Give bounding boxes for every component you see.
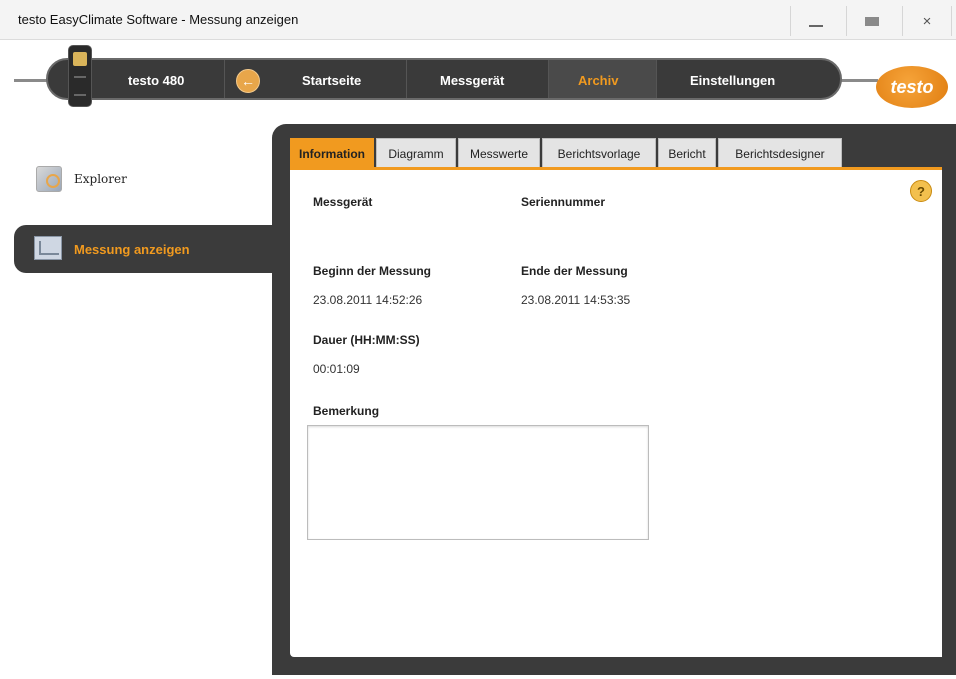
- back-button[interactable]: ←: [236, 69, 260, 93]
- messgeraet-label: Messgerät: [313, 195, 373, 209]
- help-glyph: ?: [917, 183, 925, 199]
- ende-label: Ende der Messung: [521, 264, 628, 278]
- nav-item-einstellungen[interactable]: Einstellungen: [690, 73, 775, 88]
- tab-messwerte[interactable]: Messwerte: [458, 138, 540, 169]
- nav-item-messgeraet[interactable]: Messgerät: [440, 73, 504, 88]
- ende-value: 23.08.2011 14:53:35: [521, 293, 631, 307]
- seriennummer-label: Seriennummer: [521, 195, 606, 209]
- tab-information[interactable]: Information: [290, 138, 374, 169]
- help-icon[interactable]: ?: [910, 180, 932, 202]
- tab-berichtsdesigner[interactable]: Berichtsdesigner: [718, 138, 842, 169]
- device-screen: [73, 52, 87, 66]
- information-content: [290, 167, 942, 657]
- logo-text: testo: [890, 76, 934, 97]
- tab-bericht[interactable]: Bericht: [658, 138, 716, 169]
- tab-diagramm[interactable]: Diagramm: [376, 138, 456, 169]
- nav-separator: [224, 60, 225, 98]
- title-bar: testo EasyClimate Software - Messung anz…: [0, 0, 956, 40]
- device-icon[interactable]: [68, 45, 92, 107]
- nav-device-name[interactable]: testo 480: [128, 73, 184, 88]
- dauer-label: Dauer (HH:MM:SS): [313, 333, 420, 347]
- device-keys: [74, 76, 86, 96]
- window-title: testo EasyClimate Software - Messung anz…: [18, 12, 299, 27]
- measurement-icon: [34, 236, 62, 260]
- tab-berichtsvorlage[interactable]: Berichtsvorlage: [542, 138, 656, 169]
- sidebar-item-label[interactable]: Messung anzeigen: [74, 242, 190, 257]
- nav-separator: [656, 60, 657, 98]
- close-icon: ×: [922, 12, 932, 30]
- explorer-icon: [36, 166, 62, 192]
- nav-item-startseite[interactable]: Startseite: [302, 73, 361, 88]
- minimize-icon: [808, 25, 823, 27]
- sidebar-item-label: Explorer: [74, 172, 127, 186]
- maximize-button[interactable]: [846, 6, 896, 36]
- bemerkung-textarea[interactable]: [307, 425, 649, 540]
- beginn-value: 23.08.2011 14:52:26: [313, 293, 423, 307]
- maximize-icon: [864, 16, 879, 26]
- nav-right-line: [838, 79, 878, 82]
- testo-logo: testo: [876, 66, 948, 108]
- nav-separator: [548, 60, 549, 98]
- arrow-left-icon: ←: [241, 73, 255, 89]
- dauer-value: 00:01:09: [313, 362, 360, 376]
- beginn-label: Beginn der Messung: [313, 264, 432, 278]
- nav-item-archiv[interactable]: Archiv: [578, 73, 618, 88]
- nav-separator: [406, 60, 407, 98]
- minimize-button[interactable]: [790, 6, 840, 36]
- sidebar-item-explorer[interactable]: Explorer: [36, 166, 127, 192]
- close-button[interactable]: ×: [902, 6, 952, 36]
- bemerkung-label: Bemerkung: [313, 404, 380, 418]
